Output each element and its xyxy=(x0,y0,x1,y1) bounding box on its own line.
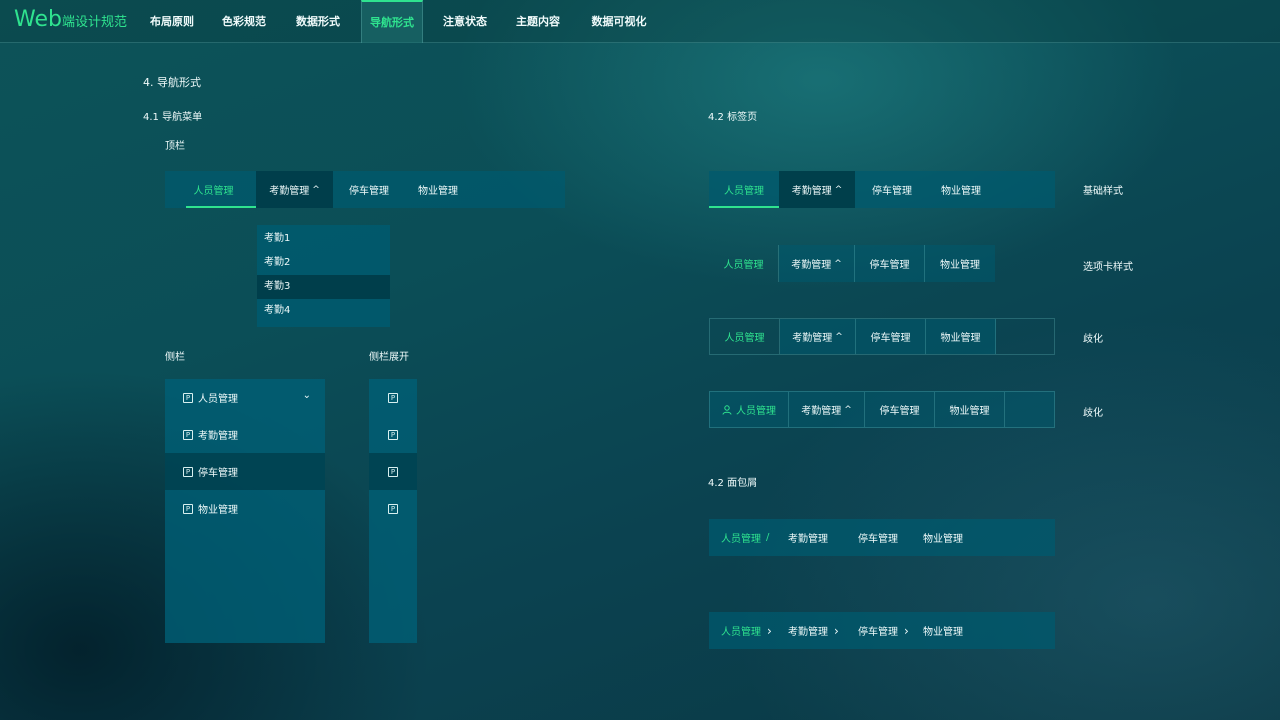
topnav-theme[interactable]: 主题内容 xyxy=(506,0,570,43)
dropdown-item[interactable]: 考勤3 xyxy=(257,275,390,299)
sidebar-item-property[interactable]: P 物业管理 xyxy=(165,490,325,527)
section-title: 4. 导航形式 xyxy=(143,76,201,89)
tab-personnel[interactable]: 人员管理 xyxy=(710,319,780,354)
attendance-dropdown: 考勤1 考勤2 考勤3 考勤4 xyxy=(257,225,390,327)
tabs-basic-demo: 人员管理 考勤管理 ^ 停车管理 物业管理 xyxy=(709,171,1055,208)
crumb-personnel[interactable]: 人员管理 › xyxy=(721,612,772,649)
sidebar-demo: P 人员管理 ⌄ P 考勤管理 P 停车管理 P 物业管理 xyxy=(165,379,325,643)
sidebar-item-attendance[interactable]: P 考勤管理 xyxy=(165,416,325,453)
tab-attendance[interactable]: 考勤管理 ^ xyxy=(779,245,855,282)
tabs-card-demo: 人员管理 考勤管理 ^ 停车管理 物业管理 xyxy=(709,245,1055,282)
sidebar-heading: 侧栏 xyxy=(165,352,185,363)
tab-personnel[interactable]: 人员管理 xyxy=(709,245,779,282)
topnav-layout[interactable]: 布局原则 xyxy=(140,0,204,43)
topbar-tab-attendance[interactable]: 考勤管理 ^ xyxy=(256,171,333,208)
tab-parking[interactable]: 停车管理 xyxy=(865,392,935,427)
chevron-right-icon: › xyxy=(767,623,772,638)
chevron-up-icon: ^ xyxy=(835,331,843,342)
p-icon: P xyxy=(388,503,398,514)
tab-personnel[interactable]: 人员管理 xyxy=(709,171,779,208)
dropdown-item[interactable]: 考勤1 xyxy=(257,227,390,251)
chevron-down-icon: ⌄ xyxy=(302,390,311,401)
chevron-up-icon: ^ xyxy=(312,184,320,195)
p-icon: P xyxy=(183,466,193,477)
sidebar-item-personnel[interactable]: P 人员管理 ⌄ xyxy=(165,379,325,416)
crumb-personnel[interactable]: 人员管理 / xyxy=(721,519,769,556)
tab-attendance[interactable]: 考勤管理 ^ xyxy=(789,392,865,427)
nav-menu-heading: 4.1 导航菜单 xyxy=(143,112,203,123)
dropdown-item[interactable]: 考勤2 xyxy=(257,251,390,275)
topnav-navigation[interactable]: 导航形式 xyxy=(361,0,423,43)
p-icon: P xyxy=(388,429,398,440)
sidebar-collapsed-item[interactable]: P xyxy=(369,379,417,416)
breadcrumb-heading: 4.2 面包屑 xyxy=(708,478,758,489)
crumb-attendance[interactable]: 考勤管理 › xyxy=(788,612,839,649)
chevron-up-icon: ^ xyxy=(834,184,843,195)
crumb-parking[interactable]: 停车管理 xyxy=(858,519,898,556)
tabs-variant1-demo: 人员管理 考勤管理 ^ 停车管理 物业管理 xyxy=(709,318,1055,355)
tab-property[interactable]: 物业管理 xyxy=(926,319,996,354)
topbar-tab-personnel[interactable]: 人员管理 xyxy=(186,171,241,208)
p-icon: P xyxy=(183,503,193,514)
style-label-variant1: 歧化 xyxy=(1083,334,1103,345)
style-label-card: 选项卡样式 xyxy=(1083,262,1133,273)
p-icon: P xyxy=(388,466,398,477)
tab-parking[interactable]: 停车管理 xyxy=(855,245,925,282)
sidebar-collapsed-demo: P P P P xyxy=(369,379,417,643)
sidebar-collapsed-item[interactable]: P xyxy=(369,490,417,527)
topbar-tab-parking[interactable]: 停车管理 xyxy=(340,171,398,208)
tab-parking[interactable]: 停车管理 xyxy=(856,319,926,354)
tab-parking[interactable]: 停车管理 xyxy=(859,171,925,208)
app-logo[interactable]: Web端设计规范 xyxy=(14,7,127,32)
topbar-heading: 顶栏 xyxy=(165,141,185,152)
active-underline xyxy=(709,206,779,208)
tab-personnel[interactable]: 人员管理 xyxy=(710,392,789,427)
topbar-tab-property[interactable]: 物业管理 xyxy=(409,171,467,208)
tab-property[interactable]: 物业管理 xyxy=(928,171,994,208)
sidebar-collapsed-item[interactable]: P xyxy=(369,453,417,490)
breadcrumb-slash-demo: 人员管理 / 考勤管理 停车管理 物业管理 xyxy=(709,519,1055,556)
style-label-variant2: 歧化 xyxy=(1083,408,1103,419)
chevron-right-icon: › xyxy=(904,623,909,638)
crumb-property[interactable]: 物业管理 xyxy=(923,519,963,556)
tabs-heading: 4.2 标签页 xyxy=(708,112,758,123)
topnav-state[interactable]: 注意状态 xyxy=(433,0,497,43)
top-navbar: Web端设计规范 布局原则 色彩规范 数据形式 导航形式 注意状态 主题内容 数… xyxy=(0,0,1280,43)
sidebar-expanded-heading: 侧栏展开 xyxy=(369,352,409,363)
sidebar-collapsed-item[interactable]: P xyxy=(369,416,417,453)
slash-separator: / xyxy=(766,532,770,543)
p-icon: P xyxy=(183,392,193,403)
user-icon xyxy=(722,404,732,415)
active-underline xyxy=(186,206,256,208)
topnav-dataviz[interactable]: 数据可视化 xyxy=(582,0,656,43)
chevron-up-icon: ^ xyxy=(844,404,852,415)
breadcrumb-chevron-demo: 人员管理 › 考勤管理 › 停车管理 › 物业管理 xyxy=(709,612,1055,649)
tabs-variant2-demo: 人员管理 考勤管理 ^ 停车管理 物业管理 xyxy=(709,391,1055,428)
p-icon: P xyxy=(183,429,193,440)
topnav-data-form[interactable]: 数据形式 xyxy=(286,0,350,43)
chevron-up-icon: ^ xyxy=(834,258,842,269)
style-label-basic: 基础样式 xyxy=(1083,186,1123,197)
topnav-color[interactable]: 色彩规范 xyxy=(212,0,276,43)
crumb-property[interactable]: 物业管理 xyxy=(923,612,963,649)
tab-attendance[interactable]: 考勤管理 ^ xyxy=(780,319,856,354)
tab-property[interactable]: 物业管理 xyxy=(925,245,995,282)
crumb-attendance[interactable]: 考勤管理 xyxy=(788,519,828,556)
chevron-right-icon: › xyxy=(834,623,839,638)
tab-property[interactable]: 物业管理 xyxy=(935,392,1005,427)
p-icon: P xyxy=(388,392,398,403)
topbar-demo: 人员管理 考勤管理 ^ 停车管理 物业管理 xyxy=(165,171,565,208)
crumb-parking[interactable]: 停车管理 › xyxy=(858,612,909,649)
dropdown-item[interactable]: 考勤4 xyxy=(257,299,390,323)
sidebar-item-parking[interactable]: P 停车管理 xyxy=(165,453,325,490)
tab-attendance[interactable]: 考勤管理 ^ xyxy=(779,171,855,208)
